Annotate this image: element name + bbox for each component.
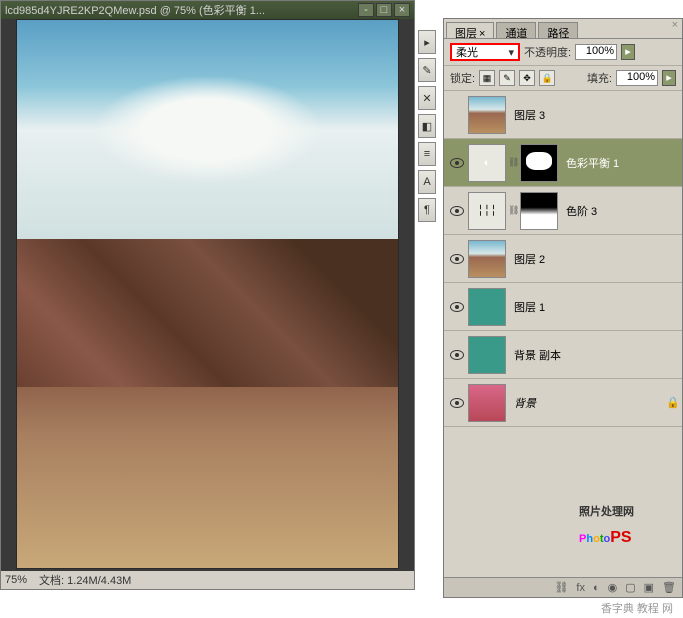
document-statusbar: 75% 文档: 1.24M/4.43M	[1, 571, 414, 589]
tab-paths[interactable]: 路径	[538, 22, 578, 38]
visibility-toggle[interactable]	[446, 206, 468, 216]
eye-icon	[450, 158, 464, 168]
fx-icon[interactable]: fx	[576, 582, 585, 594]
layer-thumbnail[interactable]	[468, 336, 506, 374]
mask-thumbnail[interactable]	[520, 192, 558, 230]
document-title: lcd985d4YJRE2KP2QMew.psd @ 75% (色彩平衡 1..…	[5, 2, 356, 18]
layer-name[interactable]: 色彩平衡 1	[566, 155, 680, 171]
layer-name[interactable]: 背景 副本	[514, 347, 680, 363]
tool-strip: ▸ ✎ ✕ ◧ ≡ A ¶	[418, 30, 438, 226]
link-icon[interactable]: ⛓	[508, 157, 518, 168]
lock-all-icon[interactable]: 🔒	[539, 70, 555, 86]
layer-row[interactable]: ◐ ⛓ 色彩平衡 1	[444, 139, 682, 187]
lock-icon: 🔒	[666, 396, 680, 409]
opacity-flyout-icon[interactable]: ▸	[621, 44, 635, 60]
zoom-level[interactable]: 75%	[5, 574, 27, 586]
close-button[interactable]: ×	[394, 3, 410, 17]
swatch-tool-icon[interactable]: ◧	[418, 114, 436, 138]
adjustment-thumbnail[interactable]: ╎╎╎	[468, 192, 506, 230]
text-tool-icon[interactable]: A	[418, 170, 436, 194]
blend-mode-select[interactable]: 柔光	[450, 43, 520, 61]
visibility-toggle[interactable]	[446, 254, 468, 264]
opacity-label: 不透明度:	[524, 44, 571, 60]
layer-thumbnail[interactable]	[468, 96, 506, 134]
panel-footer: ⛓ fx ◐ ◉ ▢ ▣ 🗑	[444, 577, 682, 597]
fill-label: 填充:	[587, 70, 612, 86]
lock-transparency-icon[interactable]: ▦	[479, 70, 495, 86]
blend-options-row: 柔光 不透明度: 100% ▸	[444, 39, 682, 66]
link-icon[interactable]: ⛓	[508, 205, 518, 216]
layer-thumbnail[interactable]	[468, 288, 506, 326]
adjustment-thumbnail[interactable]: ◐	[468, 144, 506, 182]
layer-row[interactable]: 背景 副本	[444, 331, 682, 379]
layers-panel: × 图层× 通道 路径 柔光 不透明度: 100% ▸ 锁定: ▦ ✎ ✥ 🔒 …	[443, 18, 683, 598]
layer-row[interactable]: 背景 🔒	[444, 379, 682, 427]
history-tool-icon[interactable]: ≡	[418, 142, 436, 166]
layer-row[interactable]: 图层 3	[444, 91, 682, 139]
delete-icon[interactable]: 🗑	[662, 581, 676, 594]
lock-options-row: 锁定: ▦ ✎ ✥ 🔒 填充: 100% ▸	[444, 66, 682, 91]
visibility-toggle[interactable]	[446, 398, 468, 408]
visibility-toggle[interactable]	[446, 302, 468, 312]
fill-input[interactable]: 100%	[616, 70, 658, 86]
minimize-button[interactable]: -	[358, 3, 374, 17]
nav-tool-icon[interactable]: ▸	[418, 30, 436, 54]
link-layers-icon[interactable]: ⛓	[554, 581, 568, 594]
maximize-button[interactable]: □	[376, 3, 392, 17]
lock-pixels-icon[interactable]: ✎	[499, 70, 515, 86]
tab-layers[interactable]: 图层×	[446, 22, 494, 38]
eye-icon	[450, 254, 464, 264]
bottom-watermark: 香字典 教程 网	[601, 600, 673, 616]
file-info: 文档: 1.24M/4.43M	[39, 572, 131, 588]
eye-icon	[450, 398, 464, 408]
visibility-toggle[interactable]	[446, 158, 468, 168]
layer-name[interactable]: 图层 1	[514, 299, 680, 315]
panel-tabs: 图层× 通道 路径	[444, 19, 682, 39]
layer-name[interactable]: 背景	[514, 395, 666, 411]
layer-name[interactable]: 图层 2	[514, 251, 680, 267]
eye-icon	[450, 302, 464, 312]
document-window: lcd985d4YJRE2KP2QMew.psd @ 75% (色彩平衡 1..…	[0, 0, 415, 590]
layer-thumbnail[interactable]	[468, 384, 506, 422]
canvas[interactable]	[16, 19, 399, 569]
layer-name[interactable]: 色阶 3	[566, 203, 680, 219]
visibility-toggle[interactable]	[446, 350, 468, 360]
fill-flyout-icon[interactable]: ▸	[662, 70, 676, 86]
lock-position-icon[interactable]: ✥	[519, 70, 535, 86]
brush-tool-icon[interactable]: ✎	[418, 58, 436, 82]
tab-channels[interactable]: 通道	[496, 22, 536, 38]
group-icon[interactable]: ▢	[625, 581, 635, 594]
panel-close-icon[interactable]: ×	[672, 19, 678, 31]
layer-name[interactable]: 图层 3	[514, 107, 680, 123]
canvas-image	[17, 20, 398, 568]
new-layer-icon[interactable]: ▣	[644, 581, 654, 594]
paragraph-tool-icon[interactable]: ¶	[418, 198, 436, 222]
layer-row[interactable]: 图层 2	[444, 235, 682, 283]
lock-label: 锁定:	[450, 70, 475, 86]
layer-row[interactable]: 图层 1	[444, 283, 682, 331]
layer-row[interactable]: ╎╎╎ ⛓ 色阶 3	[444, 187, 682, 235]
opacity-input[interactable]: 100%	[575, 44, 617, 60]
layer-thumbnail[interactable]	[468, 240, 506, 278]
mask-thumbnail[interactable]	[520, 144, 558, 182]
options-tool-icon[interactable]: ✕	[418, 86, 436, 110]
eye-icon	[450, 206, 464, 216]
eye-icon	[450, 350, 464, 360]
layers-list: 图层 3 ◐ ⛓ 色彩平衡 1 ╎╎╎ ⛓ 色阶 3 图层 2	[444, 91, 682, 577]
mask-icon[interactable]: ◐	[593, 582, 600, 594]
document-titlebar: lcd985d4YJRE2KP2QMew.psd @ 75% (色彩平衡 1..…	[1, 1, 414, 19]
adjustment-icon[interactable]: ◉	[608, 581, 618, 594]
